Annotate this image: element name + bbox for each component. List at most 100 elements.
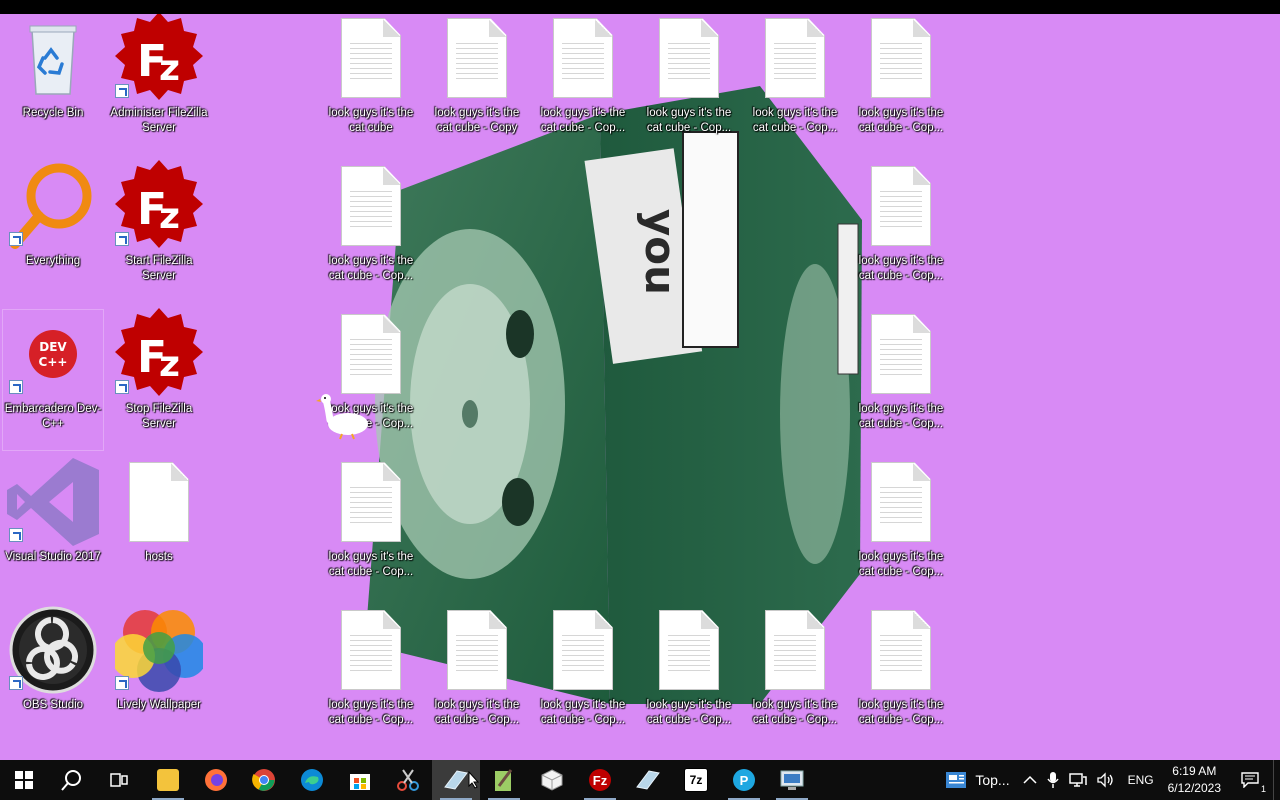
edge-icon [301,769,323,791]
taskbar-store[interactable] [336,760,384,800]
taskbar-notepad-plus[interactable] [480,760,528,800]
text-file-icon [745,14,845,102]
desktop-file-label: look guys it's the cat cube - Copy [434,107,520,134]
clock[interactable]: 6:19 AM 6/12/2023 [1162,763,1227,797]
show-desktop-button[interactable] [1273,760,1280,800]
microphone-button[interactable] [1042,760,1064,800]
shortcut-arrow-icon [9,676,23,690]
desktop-file-label: look guys it's the cat cube - Cop... [540,107,626,134]
chevron-up-icon [1023,775,1037,784]
notepad-icon [495,769,513,791]
notification-icon [1241,772,1259,788]
text-file-icon [321,162,421,250]
taskbar-edge[interactable] [288,760,336,800]
filezilla-icon: F z [109,160,209,250]
filezilla-icon: F z [109,14,209,102]
text-file-icon [427,606,527,694]
desktop-file-cat-cube[interactable]: look guys it's the cat cube - Cop... [533,606,633,746]
desktop-file-cat-cube[interactable]: look guys it's the cat cube - Cop... [745,606,845,746]
action-center-button[interactable]: 1 [1227,760,1273,800]
desktop-file-cat-cube[interactable]: look guys it's the cat cube - Cop... [427,606,527,746]
taskbar-p-app[interactable]: P [720,760,768,800]
desktop-icon-label: Lively Wallpaper [117,699,201,711]
taskbar-firefox[interactable] [192,760,240,800]
desktop-file-cat-cube[interactable]: look guys it's the cat cube - Cop... [639,606,739,746]
text-file-icon [533,14,633,102]
clock-date: 6/12/2023 [1167,781,1221,795]
desktop-file-cat-cube[interactable]: look guys it's the cat cube - Cop... [851,458,951,598]
desktop-file-label: look guys it's the cat cube - Cop... [540,699,626,726]
desktop-file-label: look guys it's the cat cube - Cop... [646,699,732,726]
svg-text:DEV: DEV [39,340,67,354]
start-button[interactable] [0,760,48,800]
desktop-icon-stop-filezilla[interactable]: F z Stop FileZilla Server [109,308,209,450]
text-file-icon [851,14,951,102]
desktop-file-cat-cube[interactable]: look guys it's the cat cube - Cop... [321,162,421,302]
desktop-file-label: look guys it's the cat cube [328,107,414,134]
file-icon [109,458,209,546]
notification-count: 1 [1259,784,1267,794]
taskbar: Fz 7z P Top... ENG 6:19 AM 6/12/2023 1 [0,760,1280,800]
desktop-icon-everything[interactable]: Everything [3,162,103,302]
taskbar-filezilla[interactable]: Fz [576,760,624,800]
desktop-file-cat-cube[interactable]: look guys it's the cat cube - Cop... [321,458,421,598]
desktop-file-label: look guys it's the cat cube - Cop... [646,107,732,134]
recycle-bin-icon [3,14,103,102]
desktop-icon-recycle-bin[interactable]: Recycle Bin [3,14,103,154]
desktop-file-cat-cube[interactable]: look guys it's the cat cube - Cop... [851,310,951,450]
remote-desktop-icon [780,770,804,790]
desktop-file-cat-cube[interactable]: look guys it's the cat cube - Cop... [745,14,845,154]
desktop-icon-hosts[interactable]: hosts [109,458,209,598]
text-file-icon [321,606,421,694]
desktop-file-cat-cube[interactable]: look guys it's the cat cube - Cop... [851,162,951,302]
desktop-icon-start-filezilla[interactable]: F z Start FileZilla Server [109,160,209,302]
eraser-app-icon [636,770,660,790]
taskbar-chrome[interactable] [240,760,288,800]
language-indicator[interactable]: ENG [1120,760,1162,800]
windows-logo-icon [15,771,33,789]
text-file-icon [851,458,951,546]
desktop-icon-label: Administer FileZilla Server [110,107,208,134]
task-view-button[interactable] [96,760,144,800]
taskbar-eraser-app[interactable] [624,760,672,800]
desktop[interactable]: you Recycle Bin F z Administer FileZilla… [0,14,1280,760]
desktop-icon-label: Visual Studio 2017 [5,551,101,563]
desktop-file-cat-cube[interactable]: look guys it's the cat cube - Cop... [321,606,421,746]
network-button[interactable] [1064,760,1092,800]
text-file-icon [533,606,633,694]
taskbar-file-explorer[interactable] [144,760,192,800]
desktop-icon-dev-cpp[interactable]: DEV C++ Embarcadero Dev-C++ [2,309,104,451]
desktop-icon-obs[interactable]: OBS Studio [3,606,103,746]
news-widget[interactable]: Top... [937,760,1017,800]
p-app-icon: P [733,769,755,791]
volume-button[interactable] [1092,760,1120,800]
everything-magnifier-icon [3,162,103,250]
desktop-icon-administer-filezilla[interactable]: F z Administer FileZilla Server [109,14,209,154]
shortcut-arrow-icon [115,84,129,98]
svg-text:C++: C++ [39,355,68,369]
lively-wallpaper-icon [109,606,209,694]
desktop-file-cat-cube[interactable]: look guys it's the cat cube - Copy [427,14,527,154]
shortcut-arrow-icon [115,232,129,246]
microphone-icon [1046,772,1059,788]
shortcut-arrow-icon [9,380,23,394]
desktop-icon-label: OBS Studio [22,699,84,711]
desktop-icon-visual-studio[interactable]: Visual Studio 2017 [3,458,103,598]
text-file-icon [321,14,421,102]
taskbar-active-app[interactable] [432,760,480,800]
desktop-icon-lively-wallpaper[interactable]: Lively Wallpaper [109,606,209,746]
taskbar-7zip[interactable]: 7z [672,760,720,800]
dev-cpp-icon: DEV C++ [3,310,103,398]
search-button[interactable] [48,760,96,800]
taskbar-remote-desktop[interactable] [768,760,816,800]
show-hidden-icons-button[interactable] [1018,760,1042,800]
desktop-file-cat-cube[interactable]: look guys it's the cat cube [321,14,421,154]
taskbar-snipping-tool[interactable] [384,760,432,800]
desktop-file-cat-cube[interactable]: look guys it's the cat cube - Cop... [639,14,739,154]
taskbar-cube-app[interactable] [528,760,576,800]
desktop-file-cat-cube[interactable]: look guys it's the cat cube - Cop... [851,606,951,746]
text-file-icon [427,14,527,102]
desktop-icon-label: Start FileZilla Server [125,255,193,282]
desktop-file-cat-cube[interactable]: look guys it's the cat cube - Cop... [533,14,633,154]
desktop-file-cat-cube[interactable]: look guys it's the cat cube - Cop... [851,14,951,154]
